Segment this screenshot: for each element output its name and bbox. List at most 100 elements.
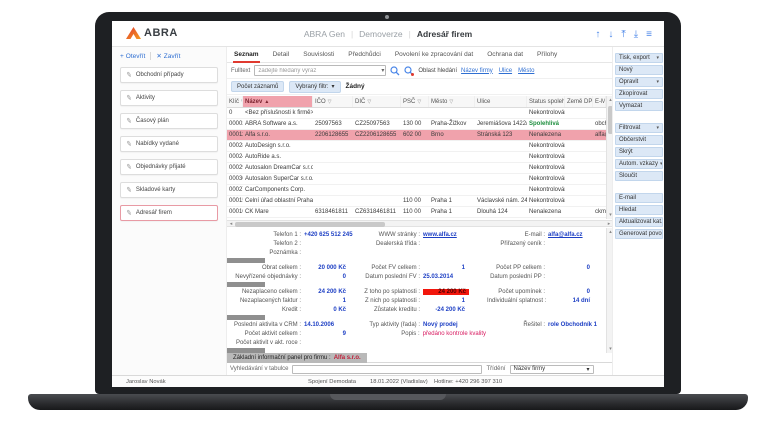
scrollbar-thumb[interactable]: [235, 222, 385, 227]
column-header-8[interactable]: Země DPH reg.: [565, 96, 593, 107]
tab-3[interactable]: Předchůdci: [341, 47, 388, 63]
tab-2[interactable]: Souvislosti: [296, 47, 341, 63]
detail-field: Řešitel :role Obchodník 1: [487, 320, 605, 329]
cell-street: Václavské nám. 24: [475, 196, 527, 206]
column-label: Status spolehli...: [529, 99, 565, 105]
cell-name: Autosalon SuperCar s.r.o.: [243, 174, 313, 184]
table-row[interactable]: 00028AutoDesign s.r.o.Nekontrolována: [227, 141, 606, 152]
sidebar-item-label: Skladové karty: [136, 187, 175, 193]
column-header-9[interactable]: E-Mail: [593, 96, 606, 107]
sidebar-item-4[interactable]: ✎Objednávky přijaté: [120, 159, 218, 175]
arrow-to-bottom-icon[interactable]: ⤓: [634, 29, 638, 40]
app-window: ABRA ABRA Gen | Demoverze | Adresář fire…: [112, 21, 664, 387]
column-label: Ulice: [477, 99, 490, 105]
sort-desc-icon: ▽: [367, 99, 371, 105]
scroll-left-icon[interactable]: ◂: [227, 221, 235, 228]
arrow-up-icon[interactable]: ↑: [595, 29, 600, 40]
tab-0[interactable]: Seznam: [227, 47, 266, 63]
sidebar-item-2[interactable]: ✎Časový plán: [120, 113, 218, 129]
column-header-6[interactable]: Ulice: [475, 96, 527, 107]
table-row[interactable]: 00011Alfa s.r.o.2206128655CZ220612865560…: [227, 130, 606, 141]
sidebar-item-1[interactable]: ✎ Aktivity: [120, 90, 218, 106]
fulltext-input[interactable]: [254, 65, 386, 76]
tab-1[interactable]: Detail: [266, 47, 297, 63]
table-row[interactable]: 00015Celní úřad oblastní Praha110 00Prah…: [227, 196, 606, 207]
cell-vat: [565, 174, 593, 184]
action-button-1-4[interactable]: Sloučit: [615, 171, 663, 181]
action-button-1-3[interactable]: Autom. vzkazy▾: [615, 159, 663, 169]
column-header-7[interactable]: Status spolehli...: [527, 96, 565, 107]
sidebar-item-6[interactable]: ✎Adresář firem: [120, 205, 218, 221]
action-button-0-4[interactable]: Vymazat: [615, 101, 663, 111]
table-row[interactable]: 00030Autosalon SuperCar s.r.o.Nekontrolo…: [227, 174, 606, 185]
detail-field-value: www.alfa.cz: [423, 232, 457, 238]
detail-field-label: Individuální splatnost :: [487, 298, 545, 304]
column-header-1[interactable]: Název▲: [243, 96, 313, 107]
chevron-down-icon[interactable]: ▾: [381, 67, 384, 74]
column-header-3[interactable]: DIČ▽: [353, 96, 401, 107]
table-body: 0<Bez příslušnosti k firmě>Nekontrolován…: [227, 108, 606, 218]
detail-row: Kredit :0 KčZůstatek kreditu :-24 200 Kč: [227, 305, 606, 314]
sort-select[interactable]: Název firmy ▾: [510, 365, 594, 374]
action-button-2-1[interactable]: Hledat: [615, 205, 663, 215]
action-button-0-3[interactable]: Zkopírovat: [615, 89, 663, 99]
sidebar-item-3[interactable]: ✎Nabídky vydané: [120, 136, 218, 152]
table-row[interactable]: 00027CarComponents Corp.Nekontrolována: [227, 185, 606, 196]
record-count-button[interactable]: Počet záznamů: [231, 81, 284, 92]
column-header-5[interactable]: Město▽: [429, 96, 475, 107]
table-row[interactable]: 0<Bez příslušnosti k firmě>Nekontrolován…: [227, 108, 606, 119]
action-button-2-0[interactable]: E-mail: [615, 193, 663, 203]
tab-6[interactable]: Přílohy: [530, 47, 564, 63]
sidebar-item-5[interactable]: ✎ Skladové karty: [120, 182, 218, 198]
arrow-to-top-icon[interactable]: ⤒: [621, 29, 625, 40]
menu-icon[interactable]: ≡: [646, 29, 652, 40]
title-separator: |: [409, 29, 411, 39]
cell-city: Praha 1: [429, 207, 475, 217]
horizontal-scrollbar[interactable]: ◂ ▸: [227, 220, 613, 227]
open-button[interactable]: + Otevřít: [120, 53, 145, 60]
column-header-2[interactable]: IČO▽: [313, 96, 353, 107]
fulltext-input-wrap: ▾: [254, 65, 386, 76]
column-label: PSČ: [403, 99, 415, 105]
arrow-down-icon[interactable]: ↓: [608, 29, 613, 40]
column-header-4[interactable]: PSČ▽: [401, 96, 429, 107]
sidebar-item-label: Aktivity: [136, 95, 155, 101]
chevron-down-icon: ▾: [660, 161, 663, 167]
close-button[interactable]: ✕ Zavřít: [156, 52, 180, 60]
action-label: Autom. vzkazy: [619, 161, 658, 167]
pencil-icon: ✎: [125, 186, 132, 195]
action-button-1-0[interactable]: Filtrovat▾: [615, 123, 663, 133]
sidebar-item-0[interactable]: ✎Obchodní případy: [120, 67, 218, 83]
table-row[interactable]: 00002ABRA Software a.s.25097563CZ2509756…: [227, 119, 606, 130]
action-button-2-2[interactable]: Aktualizovat kat.▾: [615, 217, 663, 227]
info-panel: Telefon 1 :+420 625 512 245WWW stránky :…: [227, 228, 606, 353]
action-button-2-3[interactable]: Generovat povolení▾: [615, 229, 663, 239]
action-button-1-2[interactable]: Skrýt: [615, 147, 663, 157]
cell-psc: [401, 185, 429, 195]
detail-field-label: E-mail :: [487, 232, 545, 238]
advanced-search-icon[interactable]: [404, 66, 414, 76]
column-header-0[interactable]: Klíč▽: [227, 96, 243, 107]
info-panel-tab[interactable]: Základní informační panel pro firmu : Al…: [227, 353, 367, 363]
detail-field-value: role Obchodník 1: [548, 322, 597, 328]
scope-link-1[interactable]: Ulice: [499, 68, 512, 74]
pencil-icon: ✎: [125, 94, 132, 103]
detail-field: Datum poslední FV :25.03.2014: [358, 272, 486, 281]
filter-select[interactable]: Vybraný filtr: ▾: [289, 81, 340, 93]
scope-link-2[interactable]: Město: [518, 68, 534, 74]
table-row[interactable]: 00010CK Mare6318461811CZ6318461811110 00…: [227, 207, 606, 218]
tab-4[interactable]: Povolení ke zpracování dat: [388, 47, 480, 63]
action-button-0-0[interactable]: Tisk, export▾: [615, 53, 663, 63]
table-search-input[interactable]: [292, 365, 482, 374]
search-icon[interactable]: [390, 66, 400, 76]
action-button-1-1[interactable]: Občerstvit: [615, 135, 663, 145]
table-row[interactable]: 00024AutoRide a.s.Nekontrolována: [227, 152, 606, 163]
divider: [150, 52, 151, 60]
cell-key: 00002: [227, 119, 243, 129]
tab-5[interactable]: Ochrana dat: [480, 47, 530, 63]
cell-key: 00029: [227, 163, 243, 173]
action-button-0-2[interactable]: Opravit▾: [615, 77, 663, 87]
scope-link-0[interactable]: Název firmy: [461, 68, 493, 74]
action-button-0-1[interactable]: Nový: [615, 65, 663, 75]
table-row[interactable]: 00029Autosalon DreamCar s.r.o.Nekontrolo…: [227, 163, 606, 174]
